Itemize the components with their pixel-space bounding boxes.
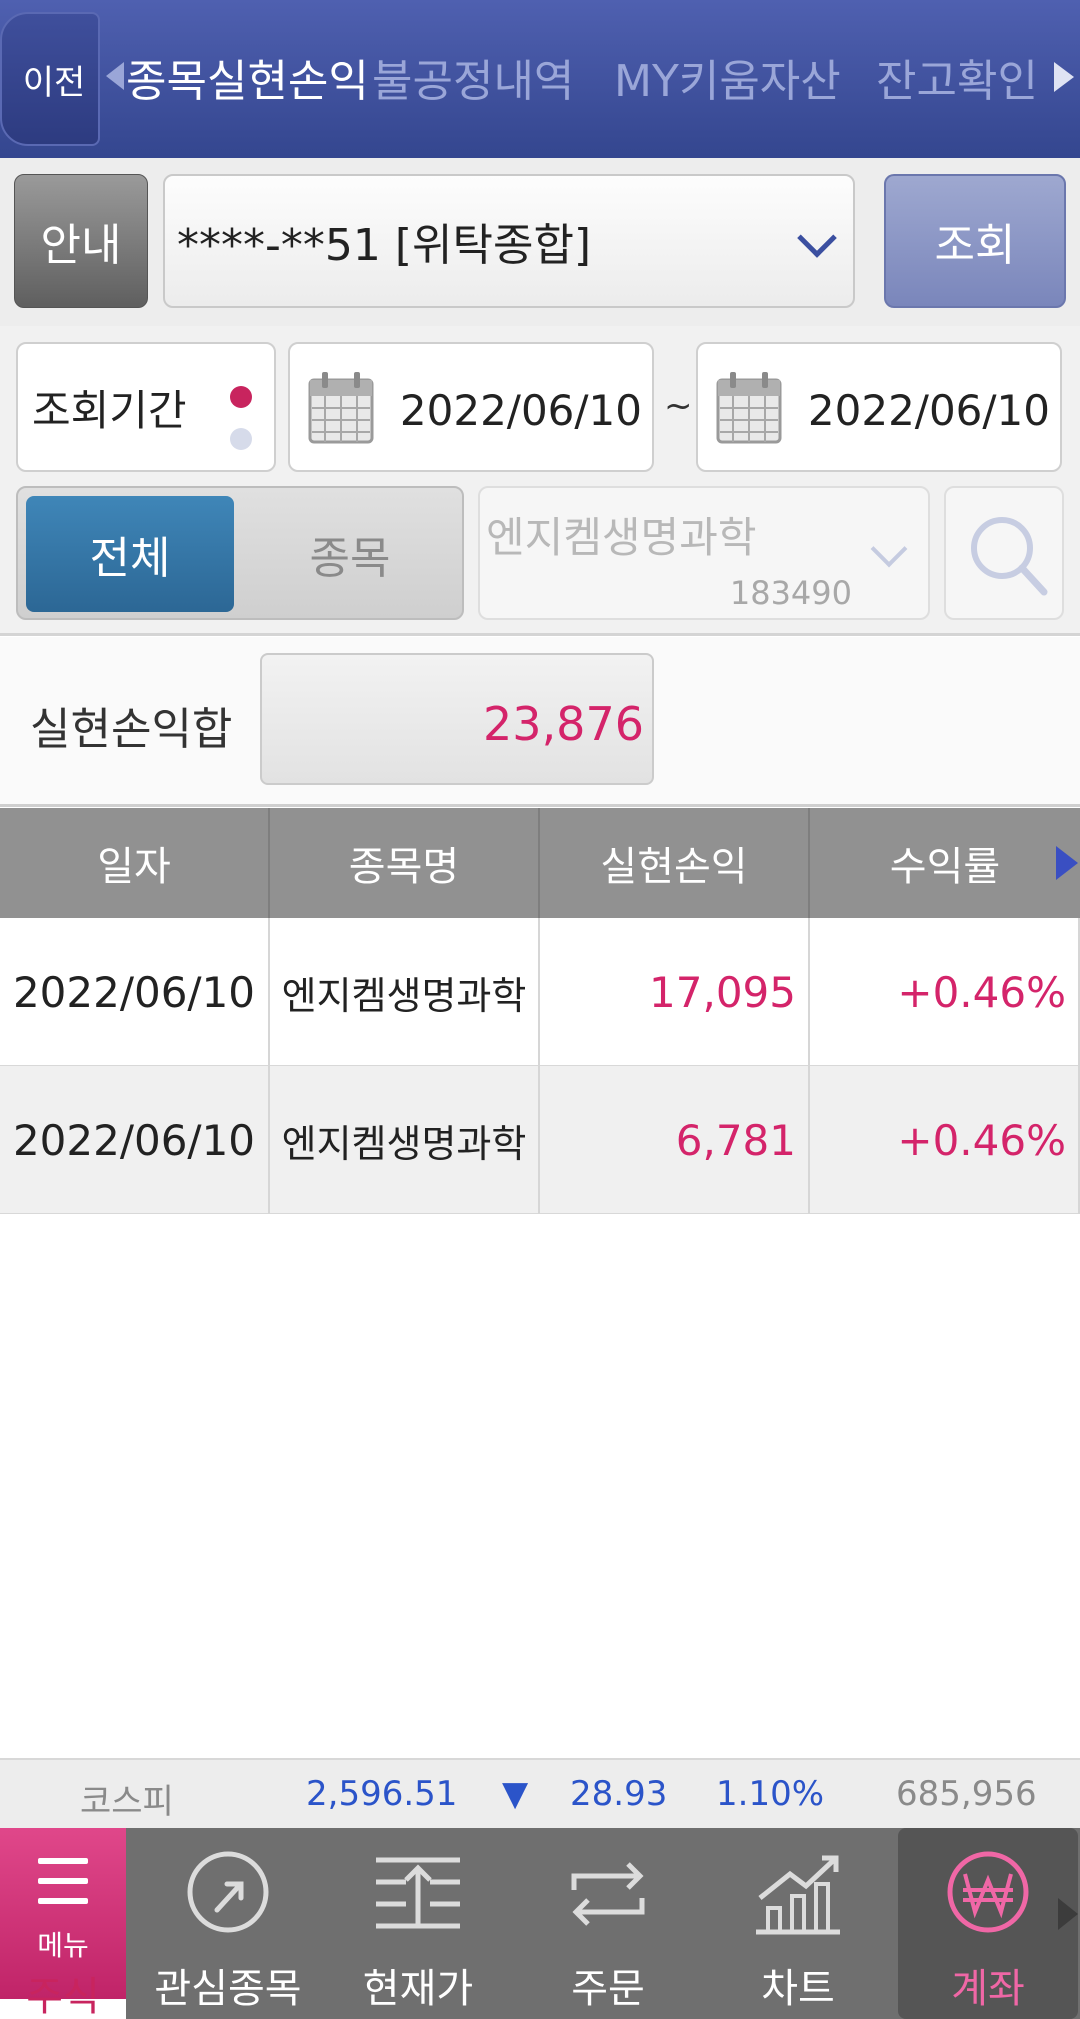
nav-chart[interactable]: 차트 [708,1828,888,2019]
search-icon [971,517,1048,596]
index-volume: 685,956 [896,1774,1037,1814]
hamburger-icon [38,1898,88,1904]
end-date-field[interactable]: 2022/06/10 [696,342,1062,472]
segment-all[interactable]: 전체 [26,496,234,612]
section-tab-stock[interactable]: 주식 [0,1964,126,2019]
realized-profit-sum-value: 23,876 [483,697,644,751]
table-row[interactable]: 2022/06/10 엔지켐생명과학 6,781 +0.46% [0,1066,1080,1214]
index-change: 28.93 [570,1774,668,1814]
index-change-percent: 1.10% [716,1774,825,1814]
nav-chart-label: 차트 [761,1966,835,2012]
chevron-down-icon [870,530,908,568]
nav-watchlist-label: 관심종목 [154,1966,302,2012]
segment-stock[interactable]: 종목 [242,496,458,612]
period-filter-area: 조회기간 2022/06/10 ~ 2022/06/10 전체 종목 엔지켐생명… [0,326,1080,636]
top-tab-bar: 이전 종목실현손익 불공정내역 MY키움자산 잔고확인 [0,0,1080,158]
order-icon [571,1862,645,1926]
date-range-separator: ~ [664,386,693,426]
scroll-left-arrow-icon[interactable] [106,62,124,90]
cell-stock-name: 엔지켐생명과학 [270,1066,540,1214]
current-price-icon [376,1857,460,1929]
query-button[interactable]: 조회 [884,174,1066,308]
tab-my-assets[interactable]: MY키움자산 [614,45,841,109]
account-row: 안내 ****-**51 [위탁종합] 조회 [0,158,1080,326]
chart-icon [756,1855,840,1935]
tab-realized-profit[interactable]: 종목실현손익 [126,45,369,109]
stock-select[interactable]: 엔지켐생명과학 183490 [478,486,930,620]
column-header-date[interactable]: 일자 [0,808,270,918]
hamburger-icon [38,1858,88,1864]
period-selector[interactable]: 조회기간 [16,342,276,472]
calendar-icon [308,372,374,444]
info-button[interactable]: 안내 [14,174,148,308]
cell-realized-profit: 6,781 [540,1066,810,1214]
bottom-navigation: 메뉴 주식 관심종목 현재가 주문 차트 계좌 [0,1828,1080,2019]
down-arrow-icon: ▼ [502,1774,529,1814]
chevron-down-icon [797,218,837,258]
won-icon [947,1851,1029,1933]
page-dot-active-icon [230,386,252,408]
summary-row: 실현손익합 23,876 [0,637,1080,807]
search-button[interactable] [944,486,1064,620]
end-date-value: 2022/06/10 [807,386,1050,435]
calendar-icon [716,372,782,444]
cell-stock-name: 엔지켐생명과학 [270,918,540,1066]
nav-current-price[interactable]: 현재가 [328,1828,508,2019]
table-header: 일자 종목명 실현손익 수익률 [0,808,1080,918]
nav-current-price-label: 현재가 [362,1966,474,2012]
tab-balance-check[interactable]: 잔고확인 [876,45,1038,109]
cell-return-rate: +0.46% [810,918,1080,1066]
app-root: 이전 종목실현손익 불공정내역 MY키움자산 잔고확인 안내 ****-**51… [0,0,1080,2019]
table-row[interactable]: 2022/06/10 엔지켐생명과학 17,095 +0.46% [0,918,1080,1066]
realized-profit-sum-label: 실현손익합 [30,704,233,755]
hamburger-icon [38,1878,88,1884]
back-button[interactable]: 이전 [0,12,100,146]
cell-date: 2022/06/10 [0,1066,270,1214]
column-header-stock-name[interactable]: 종목명 [270,808,540,918]
scope-segmented-control: 전체 종목 [16,486,464,620]
market-index-strip[interactable]: 코스피 2,596.51 ▼ 28.93 1.10% 685,956 [0,1758,1080,1828]
column-header-realized-profit[interactable]: 실현손익 [540,808,810,918]
account-number: ****-**51 [위탁종합] [177,220,592,271]
nav-order-label: 주문 [571,1966,645,2012]
nav-order[interactable]: 주문 [518,1828,698,2019]
scroll-right-arrow-icon[interactable] [1058,1898,1078,1930]
nav-watchlist[interactable]: 관심종목 [138,1828,318,2019]
cell-return-rate: +0.46% [810,1066,1080,1214]
index-value: 2,596.51 [306,1774,458,1814]
nav-account-label: 계좌 [951,1966,1025,2012]
start-date-field[interactable]: 2022/06/10 [288,342,654,472]
scroll-right-arrow-icon[interactable] [1054,62,1074,92]
page-dot-inactive-icon [230,428,252,450]
stock-code: 183490 [729,574,852,612]
start-date-value: 2022/06/10 [399,386,642,435]
tab-unfair-trade[interactable]: 불공정내역 [372,45,574,109]
nav-account[interactable]: 계좌 [898,1828,1078,2019]
watchlist-icon [187,1851,269,1933]
period-label: 조회기간 [32,385,187,435]
menu-label: 메뉴 [37,1929,89,1962]
scroll-right-arrow-icon[interactable] [1056,846,1078,880]
cell-date: 2022/06/10 [0,918,270,1066]
realized-profit-sum-box: 23,876 [260,653,654,785]
cell-realized-profit: 17,095 [540,918,810,1066]
stock-name: 엔지켐생명과학 [486,513,757,562]
column-header-return-rate[interactable]: 수익률 [810,808,1080,918]
index-name: 코스피 [80,1782,174,1822]
account-select[interactable]: ****-**51 [위탁종합] [163,174,855,308]
